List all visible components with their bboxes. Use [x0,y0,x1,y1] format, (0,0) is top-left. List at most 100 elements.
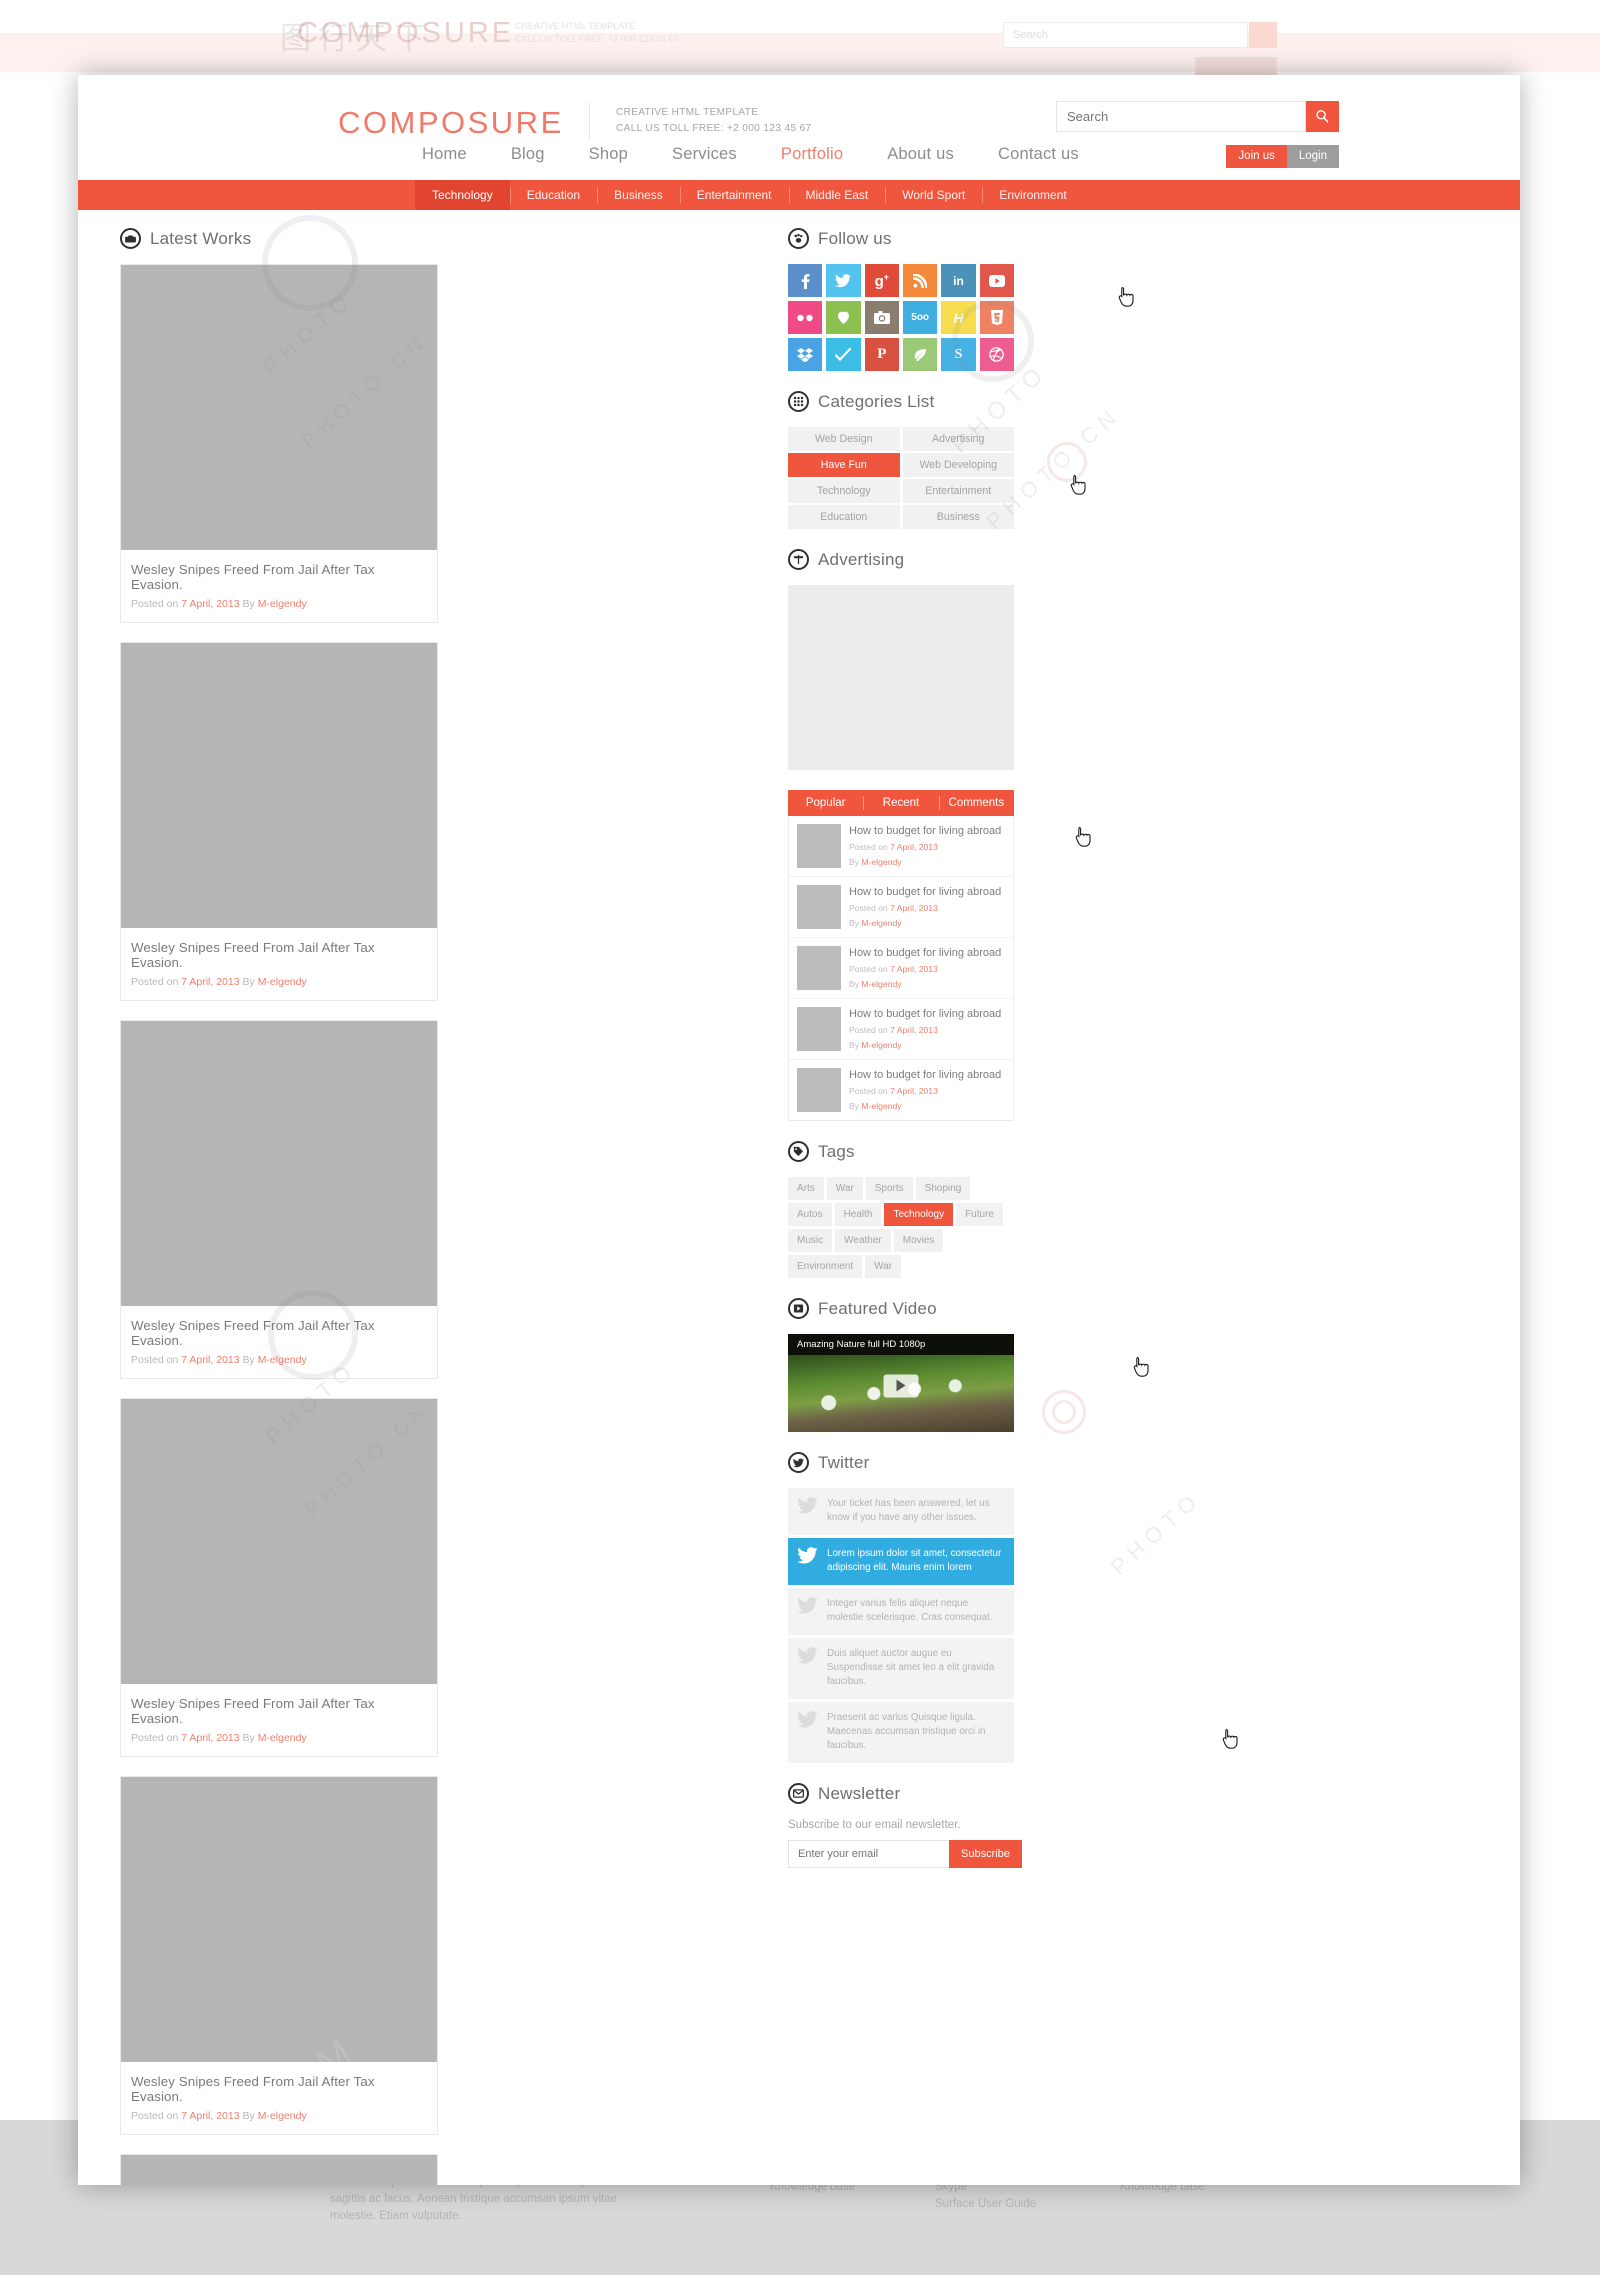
work-card[interactable]: Wesley Snipes Freed From Jail After Tax … [120,642,438,1001]
tag-health[interactable]: Health [834,1203,882,1226]
work-date[interactable]: 7 April, 2013 [181,1354,239,1366]
list-item[interactable]: How to budget for living abroad Posted o… [789,816,1013,877]
category-item-education[interactable]: Education [788,505,900,529]
work-date[interactable]: 7 April, 2013 [181,976,239,988]
skype-icon[interactable]: S [941,338,976,371]
tag-shoping[interactable]: Shoping [915,1177,971,1200]
subnav-item-entertainment[interactable]: Entertainment [679,180,789,210]
tweet-item[interactable]: Lorem ipsum dolor sit amet, consectetur … [788,1538,1014,1585]
work-thumbnail[interactable] [121,1021,437,1306]
category-item-entertainment[interactable]: Entertainment [902,479,1014,503]
work-card[interactable]: Wesley Snipes Freed From Jail After Tax … [120,2154,438,2185]
work-title[interactable]: Wesley Snipes Freed From Jail After Tax … [131,1696,427,1726]
category-item-technology[interactable]: Technology [788,479,900,503]
category-item-web-design[interactable]: Web Design [788,427,900,451]
nav-item-about-us[interactable]: About us [865,145,976,164]
rss-icon[interactable] [902,264,938,297]
nav-item-services[interactable]: Services [650,145,759,164]
nav-item-blog[interactable]: Blog [489,145,567,164]
search-button[interactable] [1306,101,1339,132]
list-item[interactable]: How to budget for living abroad Posted o… [789,1060,1013,1120]
linkedin-icon[interactable]: in [941,264,976,297]
work-thumbnail[interactable] [121,643,437,928]
nav-item-portfolio[interactable]: Portfolio [759,145,865,164]
tag-movies[interactable]: Movies [893,1229,944,1252]
nav-item-shop[interactable]: Shop [567,145,650,164]
work-thumbnail[interactable] [121,2155,437,2185]
evernote-icon[interactable] [826,301,861,334]
tick-icon[interactable] [826,338,861,371]
googleplus-icon[interactable]: g+ [864,264,899,297]
work-title[interactable]: Wesley Snipes Freed From Jail After Tax … [131,940,427,970]
advertising-placeholder[interactable] [788,585,1014,770]
html5-icon[interactable] [979,301,1014,334]
category-item-have-fun[interactable]: Have Fun [788,453,900,477]
tag-arts[interactable]: Arts [788,1177,824,1200]
work-title[interactable]: Wesley Snipes Freed From Jail After Tax … [131,2074,427,2104]
twitter-icon[interactable] [826,264,861,297]
list-item[interactable]: How to budget for living abroad Posted o… [789,938,1013,999]
tab-comments[interactable]: Comments [938,790,1014,816]
post-author[interactable]: M-elgendy [861,1101,901,1111]
search-input[interactable] [1057,102,1305,131]
post-author[interactable]: M-elgendy [861,979,901,989]
play-icon[interactable] [883,1374,919,1398]
work-date[interactable]: 7 April, 2013 [181,1732,239,1744]
post-title[interactable]: How to budget for living abroad [849,1068,1001,1082]
join-us-button[interactable]: Join us [1226,145,1287,168]
subnav-item-world-sport[interactable]: World Sport [885,180,982,210]
nav-item-contact-us[interactable]: Contact us [976,145,1101,164]
tag-autos[interactable]: Autos [788,1203,832,1226]
work-date[interactable]: 7 April, 2013 [181,598,239,610]
work-card[interactable]: Wesley Snipes Freed From Jail After Tax … [120,1020,438,1379]
work-thumbnail[interactable] [121,1777,437,2062]
featured-video-player[interactable]: Amazing Nature full HD 1080p [788,1334,1014,1432]
tag-technology[interactable]: Technology [884,1203,954,1226]
fivehundredpx-icon[interactable]: 5oo [902,301,938,334]
nav-item-home[interactable]: Home [400,145,489,164]
flickr-icon[interactable] [788,301,823,334]
tag-war[interactable]: War [826,1177,863,1200]
list-item[interactable]: How to budget for living abroad Posted o… [789,877,1013,938]
post-title[interactable]: How to budget for living abroad [849,946,1001,960]
subnav-item-environment[interactable]: Environment [982,180,1083,210]
search-box[interactable] [1056,101,1306,132]
subnav-item-middle-east[interactable]: Middle East [788,180,886,210]
work-author[interactable]: M-elgendy [258,598,307,610]
post-date[interactable]: 7 April, 2013 [890,1086,938,1096]
tag-music[interactable]: Music [788,1229,833,1252]
tweet-item[interactable]: Duis aliquet auctor augue eu Suspendisse… [788,1638,1014,1699]
post-author[interactable]: M-elgendy [861,857,901,867]
post-author[interactable]: M-elgendy [861,918,901,928]
tag-weather[interactable]: Weather [835,1229,891,1252]
tweet-item[interactable]: Your ticket has been answered, let us kn… [788,1488,1014,1535]
work-title[interactable]: Wesley Snipes Freed From Jail After Tax … [131,1318,427,1348]
post-title[interactable]: How to budget for living abroad [849,1007,1001,1021]
dribbble-icon[interactable] [979,338,1014,371]
site-logo[interactable]: COMPOSURE [338,105,564,141]
tag-future[interactable]: Future [956,1203,1003,1226]
subnav-item-technology[interactable]: Technology [415,180,510,210]
category-item-advertising[interactable]: Advertising [902,427,1014,451]
work-author[interactable]: M-elgendy [258,1354,307,1366]
dropbox-icon[interactable] [788,338,823,371]
work-card[interactable]: Wesley Snipes Freed From Jail After Tax … [120,264,438,623]
post-date[interactable]: 7 April, 2013 [890,903,938,913]
tab-recent[interactable]: Recent [863,790,938,816]
hatena-icon[interactable]: H [941,301,976,334]
post-title[interactable]: How to budget for living abroad [849,824,1001,838]
pinterest-icon[interactable]: P [864,338,899,371]
category-navigation[interactable]: Technology Education Business Entertainm… [78,180,1520,210]
facebook-icon[interactable] [788,264,823,297]
work-date[interactable]: 7 April, 2013 [181,2110,239,2122]
post-date[interactable]: 7 April, 2013 [890,1025,938,1035]
tweet-item[interactable]: Integer varius felis aliquet neque moles… [788,1588,1014,1635]
work-thumbnail[interactable] [121,1399,437,1684]
instagram-icon[interactable] [864,301,899,334]
post-title[interactable]: How to budget for living abroad [849,885,1001,899]
work-author[interactable]: M-elgendy [258,976,307,988]
category-item-web-developing[interactable]: Web Developing [902,453,1014,477]
post-date[interactable]: 7 April, 2013 [890,842,938,852]
tag-sports[interactable]: Sports [865,1177,913,1200]
login-button[interactable]: Login [1286,145,1339,168]
